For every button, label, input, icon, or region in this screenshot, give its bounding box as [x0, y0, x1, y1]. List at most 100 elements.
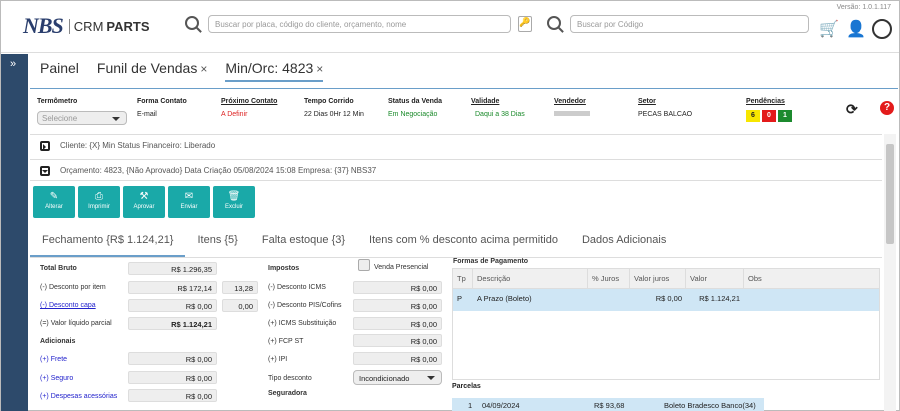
- trash-icon: 🗑: [227, 191, 241, 202]
- frete-value[interactable]: R$ 0,00: [128, 352, 217, 365]
- desc-item-label: (-) Desconto por item: [40, 284, 106, 291]
- fcp-label: (+) FCP ST: [268, 338, 304, 345]
- tab-desconto-acima[interactable]: Itens com % desconto acima permitido: [357, 226, 570, 257]
- close-icon[interactable]: ×: [200, 62, 207, 76]
- tab-label: Min/Orc: 4823: [225, 60, 314, 76]
- button-label: Alterar: [45, 204, 63, 210]
- button-label: Enviar: [180, 204, 198, 210]
- col-tp[interactable]: Tp: [453, 269, 473, 288]
- tab-painel[interactable]: Painel: [40, 60, 79, 82]
- filter-icon[interactable]: 🔑: [518, 16, 532, 32]
- seguro-value[interactable]: R$ 0,00: [128, 371, 217, 384]
- alterar-button[interactable]: ✎ Alterar: [33, 186, 75, 218]
- col-descricao[interactable]: Descrição: [473, 269, 588, 288]
- icms-st-label: (+) ICMS Substituição: [268, 320, 337, 327]
- seguradora-label: Seguradora: [268, 390, 307, 397]
- user-icon[interactable]: [872, 19, 892, 39]
- refresh-icon[interactable]: ⟳: [846, 101, 858, 118]
- desc-item-pct[interactable]: 13,28: [222, 281, 258, 294]
- frete-label: (+) Frete: [40, 356, 68, 363]
- desc-item-value[interactable]: R$ 172,14: [128, 281, 217, 294]
- tab-fechamento[interactable]: Fechamento {R$ 1.124,21}: [30, 226, 186, 257]
- cliente-text: Cliente: {X} Min Status Financeiro: Libe…: [60, 141, 216, 150]
- setor-label[interactable]: Setor: [638, 98, 692, 105]
- proximo-contato[interactable]: Próximo Contato A Definir: [221, 98, 277, 118]
- scrollbar-thumb[interactable]: [886, 144, 894, 244]
- tab-dados-adicionais[interactable]: Dados Adicionais: [570, 226, 678, 257]
- despesas-value[interactable]: R$ 0,00: [128, 389, 217, 402]
- validade-value: Daqui a 38 Dias: [475, 111, 525, 118]
- pendencia-yellow[interactable]: 6: [746, 110, 760, 122]
- tab-funil[interactable]: Funil de Vendas ×: [97, 60, 207, 82]
- cliente-row[interactable]: Cliente: {X} Min Status Financeiro: Libe…: [30, 134, 882, 156]
- validade[interactable]: Validade Daqui a 38 Dias: [471, 98, 525, 118]
- desc-capa-value[interactable]: R$ 0,00: [128, 299, 217, 312]
- adicionais-label: Adicionais: [40, 338, 76, 345]
- vendedor-blurred: [554, 111, 590, 116]
- imprimir-button[interactable]: ⎙ Imprimir: [78, 186, 120, 218]
- expand-down-icon[interactable]: [40, 166, 50, 176]
- button-label: Imprimir: [88, 204, 110, 210]
- desc-capa-pct[interactable]: 0,00: [222, 299, 258, 312]
- icms-st-value: R$ 0,00: [353, 317, 442, 330]
- status-venda: Status da Venda Em Negociação: [388, 98, 442, 118]
- pis-value: R$ 0,00: [353, 299, 442, 312]
- tempo-corrido-label: Tempo Corrido: [304, 98, 354, 105]
- venda-presencial-checkbox[interactable]: [358, 259, 370, 271]
- status-venda-value: Em Negociação: [388, 111, 438, 118]
- icms-label: (-) Desconto ICMS: [268, 284, 326, 291]
- termometro-select[interactable]: Selecione: [37, 111, 127, 125]
- vendedor-label[interactable]: Vendedor: [554, 98, 590, 105]
- validade-label[interactable]: Validade: [471, 98, 525, 105]
- pendencia-green[interactable]: 1: [778, 110, 792, 122]
- pendencias-badges[interactable]: 6 0 1: [746, 110, 792, 122]
- setor[interactable]: Setor PECAS BALCAO: [638, 98, 692, 118]
- cart-icon[interactable]: 🛒: [819, 19, 839, 39]
- ipi-label: (+) IPI: [268, 356, 288, 363]
- despesas-label: (+) Despesas acessórias: [40, 393, 118, 400]
- total-bruto-label: Total Bruto: [40, 265, 77, 272]
- hammer-icon: ⚒: [139, 191, 149, 202]
- orcamento-row[interactable]: Orçamento: 4823, {Não Aprovado} Data Cri…: [30, 159, 882, 181]
- enviar-button[interactable]: ✉ Enviar: [168, 186, 210, 218]
- tab-falta-estoque[interactable]: Falta estoque {3}: [250, 226, 357, 257]
- ipi-value: R$ 0,00: [353, 352, 442, 365]
- help-icon[interactable]: ?: [880, 101, 894, 115]
- cell-descricao: A Prazo (Boleto): [477, 294, 532, 303]
- col-valor-juros[interactable]: Valor juros: [630, 269, 686, 288]
- pendencia-red[interactable]: 0: [762, 110, 776, 122]
- excluir-button[interactable]: 🗑 Excluir: [213, 186, 255, 218]
- proximo-contato-value: A Definir: [221, 111, 248, 118]
- expand-right-icon[interactable]: [40, 141, 50, 151]
- tab-orcamento[interactable]: Min/Orc: 4823 ×: [225, 60, 324, 82]
- parcelas-row[interactable]: 1 04/09/2024 R$ 93,68 Boleto Bradesco Ba…: [452, 398, 764, 411]
- forma-contato-value: E-mail: [137, 111, 157, 118]
- add-user-icon[interactable]: 👤: [846, 19, 866, 39]
- desc-capa-label[interactable]: (-) Desconto capa: [40, 302, 96, 309]
- proximo-contato-label[interactable]: Próximo Contato: [221, 98, 277, 105]
- close-icon[interactable]: ×: [316, 62, 323, 76]
- search-input[interactable]: Buscar por placa, código do cliente, orç…: [208, 15, 511, 33]
- col-obs[interactable]: Obs: [744, 269, 879, 288]
- sidebar-collapsed[interactable]: »: [1, 54, 28, 411]
- col-valor[interactable]: Valor: [686, 269, 744, 288]
- formas-pagamento-table: Tp Descrição % Juros Valor juros Valor O…: [452, 268, 880, 380]
- tab-itens[interactable]: Itens {5}: [185, 226, 249, 257]
- aprovar-button[interactable]: ⚒ Aprovar: [123, 186, 165, 218]
- tipo-desconto-select[interactable]: Incondicionado: [353, 370, 442, 385]
- expand-icon[interactable]: »: [10, 58, 16, 70]
- table-header: Tp Descrição % Juros Valor juros Valor O…: [453, 269, 879, 289]
- vendedor[interactable]: Vendedor: [554, 98, 590, 116]
- print-icon: ⎙: [95, 191, 103, 202]
- vertical-scrollbar[interactable]: [884, 134, 896, 411]
- search-code-input[interactable]: Buscar por Código: [570, 15, 809, 33]
- search-code-icon[interactable]: [547, 16, 561, 30]
- top-bar: NBS CRM PARTS Buscar por placa, código d…: [1, 1, 899, 53]
- cell-obs: [744, 289, 879, 311]
- search-icon[interactable]: [185, 16, 199, 30]
- pendencias-label[interactable]: Pendências: [746, 98, 785, 105]
- tab-bar: Painel Funil de Vendas × Min/Orc: 4823 ×: [40, 60, 324, 82]
- col-juros[interactable]: % Juros: [588, 269, 630, 288]
- table-row[interactable]: P A Prazo (Boleto) R$ 0,00 R$ 1.124,21: [453, 289, 879, 311]
- liquido-value: R$ 1.124,21: [128, 317, 217, 330]
